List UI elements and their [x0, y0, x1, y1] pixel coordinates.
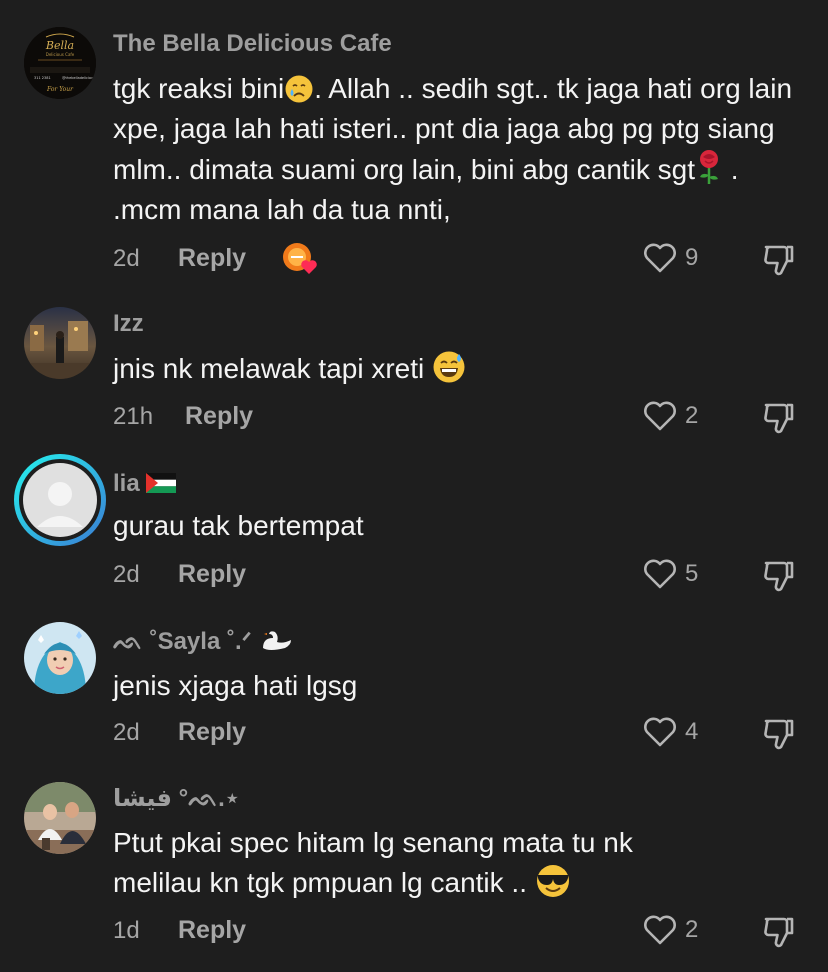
heart-outline-icon	[644, 559, 676, 589]
grinning-sweat-icon	[433, 351, 465, 383]
like-button[interactable]: 2	[640, 396, 710, 436]
avatar[interactable]	[14, 454, 106, 546]
comment-time: 2d	[113, 245, 140, 272]
comment-time: 21h	[113, 403, 154, 430]
comment-text-line: Ptut pkai spec hitam lg senang mata tu n…	[113, 827, 633, 858]
palestine-flag-icon	[146, 473, 177, 493]
username-suffix: ˚.ᐟ	[220, 628, 252, 655]
dislike-button[interactable]	[760, 554, 800, 594]
username-text: فيشا	[113, 785, 172, 812]
like-count: 2	[685, 916, 699, 943]
rose-icon	[700, 150, 719, 184]
creator-avatar-heart-icon	[283, 243, 317, 274]
creator-liked-badge	[281, 241, 321, 277]
comment-text-line: melilau kn tgk pmpuan lg cantik ..	[113, 863, 813, 903]
like-button[interactable]: 9	[640, 238, 710, 278]
like-count: 4	[685, 718, 699, 745]
thumbs-down-icon	[764, 719, 794, 750]
reply-button[interactable]: Reply	[178, 718, 246, 747]
comment-text: jnis nk melawak tapi xreti	[113, 349, 813, 389]
comment-item: Izz jnis nk melawak tapi xreti 21h Reply…	[0, 290, 828, 450]
comment-username[interactable]: lia	[113, 470, 177, 498]
comment-time: 2d	[113, 719, 140, 746]
cafe-logo-icon: Bella Delicious Cafe 311 2381 @thebellad…	[24, 27, 96, 99]
comment-item: lia gurau tak bertempat 2d Reply 5	[0, 450, 828, 610]
heart-outline-icon	[644, 243, 676, 273]
swan-icon	[262, 631, 291, 650]
comment-item: ᨒ ˚Sayla ˚.ᐟ jenis xjaga hati lgsg 2d Re…	[0, 610, 828, 770]
like-button[interactable]: 5	[640, 554, 710, 594]
comment-text: Ptut pkai spec hitam lg senang mata tu n…	[113, 823, 813, 903]
default-user-icon	[23, 463, 97, 537]
comment-username[interactable]: ᨒ ˚Sayla ˚.ᐟ	[113, 627, 293, 656]
comment-text: jenis xjaga hati lgsg	[113, 670, 358, 701]
comment-text: gurau tak bertempat	[113, 510, 364, 541]
thumbs-down-icon	[764, 561, 794, 592]
comment-item: فيشا °ᨒ.⋆ Ptut pkai spec hitam lg senang…	[0, 770, 828, 972]
avatar[interactable]: Bella Delicious Cafe 311 2381 @thebellad…	[24, 27, 96, 99]
comment-text-segment: tgk reaksi bini	[113, 73, 285, 104]
like-count: 2	[685, 402, 699, 429]
svg-text:For Your: For Your	[46, 86, 74, 93]
username-text: Sayla	[157, 628, 221, 655]
comment-time: 1d	[113, 917, 140, 944]
avatar[interactable]	[24, 782, 96, 854]
reply-button[interactable]: Reply	[178, 560, 246, 589]
default-avatar	[19, 459, 101, 541]
svg-text:Bella: Bella	[45, 39, 74, 52]
dislike-button[interactable]	[760, 712, 800, 752]
svg-text:@thebelladeliciou: @thebelladeliciou	[62, 76, 93, 80]
comment-time: 2d	[113, 561, 140, 588]
reply-button[interactable]: Reply	[178, 244, 246, 273]
user-photo-icon	[24, 782, 96, 854]
avatar[interactable]	[24, 307, 96, 379]
username-prefix: ᨒ ˚	[113, 628, 158, 655]
user-photo-icon	[24, 622, 96, 694]
comment-text-segment: jnis nk melawak tapi xreti	[113, 353, 425, 384]
reply-button[interactable]: Reply	[178, 916, 246, 945]
dislike-button[interactable]	[760, 910, 800, 950]
comment-username[interactable]: فيشا °ᨒ.⋆	[113, 784, 240, 813]
heart-outline-icon	[644, 915, 676, 945]
comment-username[interactable]: The Bella Delicious Cafe	[113, 30, 392, 58]
crying-face-icon	[285, 75, 313, 103]
username-suffix: °ᨒ.⋆	[178, 785, 240, 812]
like-button[interactable]: 2	[640, 910, 710, 950]
comment-text: tgk reaksi bini . Allah .. sedih sgt.. t…	[113, 69, 803, 230]
comment-item: Bella Delicious Cafe 311 2381 @thebellad…	[0, 0, 828, 290]
user-photo-icon	[24, 307, 96, 379]
like-button[interactable]: 4	[640, 712, 710, 752]
dislike-button[interactable]	[760, 396, 800, 436]
svg-text:Delicious Cafe: Delicious Cafe	[46, 52, 75, 57]
reply-button[interactable]: Reply	[185, 402, 253, 431]
avatar[interactable]	[24, 622, 96, 694]
svg-text:311 2381: 311 2381	[34, 76, 51, 80]
comment-username[interactable]: Izz	[113, 310, 144, 338]
thumbs-down-icon	[764, 245, 794, 276]
heart-outline-icon	[644, 717, 676, 747]
comment-text-segment: melilau kn tgk pmpuan lg cantik ..	[113, 867, 535, 898]
thumbs-down-icon	[764, 403, 794, 434]
like-count: 9	[685, 244, 699, 271]
thumbs-down-icon	[764, 917, 794, 948]
sunglasses-face-icon	[536, 865, 569, 897]
dislike-button[interactable]	[760, 238, 800, 278]
like-count: 5	[685, 560, 699, 587]
username-text: lia	[113, 470, 140, 497]
heart-outline-icon	[644, 401, 676, 431]
